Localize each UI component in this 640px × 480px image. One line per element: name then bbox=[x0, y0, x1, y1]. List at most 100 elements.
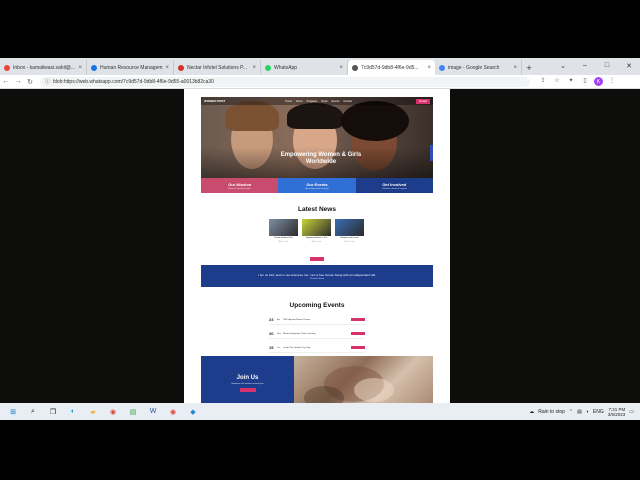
event-register-button[interactable] bbox=[351, 346, 365, 349]
windows-taskbar: ⊞ ⌕ ❐ ◐ ▰ ◉ ▤ W ◉ ◆ ☁ Rain to stop ⌃ ▤ ◖ ENG 7:21… bbox=[0, 403, 640, 420]
url-input[interactable]: ⓘ blob:https://web.whatsapp.com/7c9d57d-… bbox=[40, 76, 530, 87]
site-nav: WOMEN FIRST Home About Programs News Events C… bbox=[201, 97, 433, 105]
vscode-icon[interactable]: ◆ bbox=[186, 405, 200, 419]
news-title: A brighter path forward bbox=[340, 237, 359, 239]
tab-label: Inbox - kamaliwasi.sahil@... bbox=[13, 64, 76, 71]
site-nav-link[interactable]: About bbox=[296, 100, 303, 103]
feature-card-subtitle: Volunteer, donate & support bbox=[381, 187, 407, 190]
windows-icon[interactable]: ⊞ bbox=[6, 405, 20, 419]
system-tray: ☁ Rain to stop ⌃ ▤ ◖ ENG 7:21 PM 3/6/202… bbox=[529, 403, 634, 420]
tab-search-icon[interactable]: ⌄ bbox=[552, 58, 574, 73]
profile-avatar[interactable]: K bbox=[594, 77, 603, 86]
sidepanel-icon[interactable]: ▯ bbox=[580, 77, 590, 86]
feature-card-subtitle: Upcoming events near you bbox=[305, 187, 329, 190]
forward-icon[interactable]: → bbox=[12, 78, 24, 85]
bookmark-star-icon[interactable]: ☆ bbox=[552, 77, 562, 86]
close-icon[interactable]: ✕ bbox=[618, 58, 640, 73]
volume-icon[interactable]: ◖ bbox=[586, 409, 589, 415]
browser-tab[interactable]: Nectar Infotel Solutions P... × bbox=[174, 60, 261, 75]
browser-tab[interactable]: 7c9d57d-9db8-4f6e-9d5... × bbox=[348, 60, 435, 75]
news-thumbnail bbox=[269, 219, 298, 236]
quote-banner: I am no bird; and no net ensnares me: I … bbox=[201, 265, 433, 287]
clock[interactable]: 7:21 PM 3/6/2023 bbox=[608, 407, 626, 417]
image-page: WOMEN FIRST Home About Programs News Events C… bbox=[184, 89, 450, 403]
browser-tab[interactable]: image - Google Search × bbox=[435, 60, 522, 75]
share-icon[interactable]: ⇪ bbox=[538, 77, 548, 86]
join-subtitle: Empower the women around you bbox=[231, 382, 264, 385]
hero-hair-left bbox=[225, 101, 279, 131]
event-day: 23 bbox=[269, 317, 274, 322]
weather-text[interactable]: Rain to stop bbox=[538, 409, 565, 415]
word-icon[interactable]: W bbox=[146, 405, 160, 419]
network-icon[interactable]: ▤ bbox=[577, 409, 582, 415]
screen: { "browser": { "tabs": [ {"label": "Inbo… bbox=[0, 0, 640, 480]
feature-card[interactable]: Our Mission Women's equality & rights bbox=[201, 178, 279, 193]
menu-icon[interactable]: ⋮ bbox=[607, 77, 617, 86]
tab-close-icon[interactable]: × bbox=[78, 65, 82, 71]
news-card[interactable]: Female Students Fund Mar 3 · 4 min bbox=[269, 219, 298, 243]
info-icon[interactable]: ⓘ bbox=[45, 78, 50, 85]
event-row: 23 Apr TBD: Against Breast Cancer bbox=[269, 315, 365, 325]
event-row: 20 May Women Empower Think Learning bbox=[269, 329, 365, 339]
letterbox-bottom bbox=[0, 420, 640, 480]
tab-close-icon[interactable]: × bbox=[427, 65, 431, 71]
hero-hair-center bbox=[287, 103, 343, 129]
tray-chevron-icon[interactable]: ⌃ bbox=[569, 409, 573, 415]
notepad-icon[interactable]: ▤ bbox=[126, 405, 140, 419]
search-icon[interactable]: ⌕ bbox=[26, 405, 40, 419]
view-more-button[interactable] bbox=[310, 257, 324, 261]
join-image bbox=[294, 356, 433, 403]
event-register-button[interactable] bbox=[351, 318, 365, 321]
donate-button[interactable]: Donate bbox=[415, 98, 430, 104]
task-view-icon[interactable]: ❐ bbox=[46, 405, 60, 419]
extensions-icon[interactable]: ✦ bbox=[566, 77, 576, 86]
feature-card[interactable]: Get Involved Volunteer, donate & support bbox=[355, 178, 433, 193]
site-logo[interactable]: WOMEN FIRST bbox=[204, 99, 225, 103]
news-card[interactable]: A brighter path forward Mar 1 · 5 min bbox=[335, 219, 364, 243]
back-icon[interactable]: ← bbox=[0, 78, 12, 85]
google-icon bbox=[439, 64, 445, 71]
browser-tab[interactable]: Human Resource Managem... × bbox=[87, 60, 174, 75]
event-day: 20 bbox=[269, 331, 274, 336]
hero-section: WOMEN FIRST Home About Programs News Events C… bbox=[201, 97, 433, 178]
news-thumbnail bbox=[335, 219, 364, 236]
hero-title: Empowering Women & Girls Worldwide bbox=[280, 152, 362, 165]
maximize-icon[interactable]: □ bbox=[596, 58, 618, 73]
address-bar: ← → ↻ ⓘ blob:https://web.whatsapp.com/7c… bbox=[0, 75, 640, 89]
browser-viewport: WOMEN FIRST Home About Programs News Events C… bbox=[0, 89, 640, 403]
reload-icon[interactable]: ↻ bbox=[24, 78, 36, 86]
edge-icon[interactable]: ◐ bbox=[66, 405, 80, 419]
minimize-icon[interactable]: – bbox=[574, 58, 596, 73]
whatsapp-icon bbox=[265, 64, 271, 71]
site-nav-link[interactable]: Contact bbox=[343, 100, 352, 103]
site-nav-link[interactable]: Home bbox=[285, 100, 292, 103]
chrome-icon[interactable]: ◉ bbox=[166, 405, 180, 419]
explorer-icon[interactable]: ▰ bbox=[86, 405, 100, 419]
chrome-icon[interactable]: ◉ bbox=[106, 405, 120, 419]
browser-tab[interactable]: Inbox - kamaliwasi.sahil@... × bbox=[0, 60, 87, 75]
tab-close-icon[interactable]: × bbox=[252, 65, 256, 71]
feature-card-title: Our Mission bbox=[228, 181, 252, 187]
feature-card[interactable]: Our Events Upcoming events near you bbox=[278, 178, 356, 193]
browser-tab[interactable]: WhatsApp × bbox=[261, 60, 348, 75]
weather-icon[interactable]: ☁ bbox=[529, 409, 534, 415]
notification-icon[interactable]: ▭ bbox=[629, 409, 634, 415]
site-nav-link[interactable]: Programs bbox=[307, 100, 318, 103]
tab-close-icon[interactable]: × bbox=[339, 65, 343, 71]
site-nav-link[interactable]: News bbox=[321, 100, 327, 103]
event-title: TBD: Against Breast Cancer bbox=[283, 318, 311, 321]
feature-card-subtitle: Women's equality & rights bbox=[228, 187, 252, 190]
site-nav-link[interactable]: Events bbox=[332, 100, 340, 103]
new-tab-button[interactable]: + bbox=[522, 60, 536, 75]
join-button[interactable] bbox=[239, 387, 256, 392]
tab-close-icon[interactable]: × bbox=[513, 65, 517, 71]
news-thumbnail bbox=[302, 219, 331, 236]
news-card[interactable]: Supporting Women in Tech Mar 2 · 3 min bbox=[302, 219, 331, 243]
event-register-button[interactable] bbox=[351, 332, 365, 335]
tab-close-icon[interactable]: × bbox=[165, 65, 169, 71]
lang-indicator[interactable]: ENG bbox=[593, 409, 604, 415]
tab-label: Nectar Infotel Solutions P... bbox=[187, 64, 247, 71]
feature-card-title: Get Involved bbox=[382, 181, 407, 187]
news-title: Female Students Fund bbox=[274, 237, 293, 239]
feature-cards: Our Mission Women's equality & rights Our … bbox=[201, 178, 433, 193]
